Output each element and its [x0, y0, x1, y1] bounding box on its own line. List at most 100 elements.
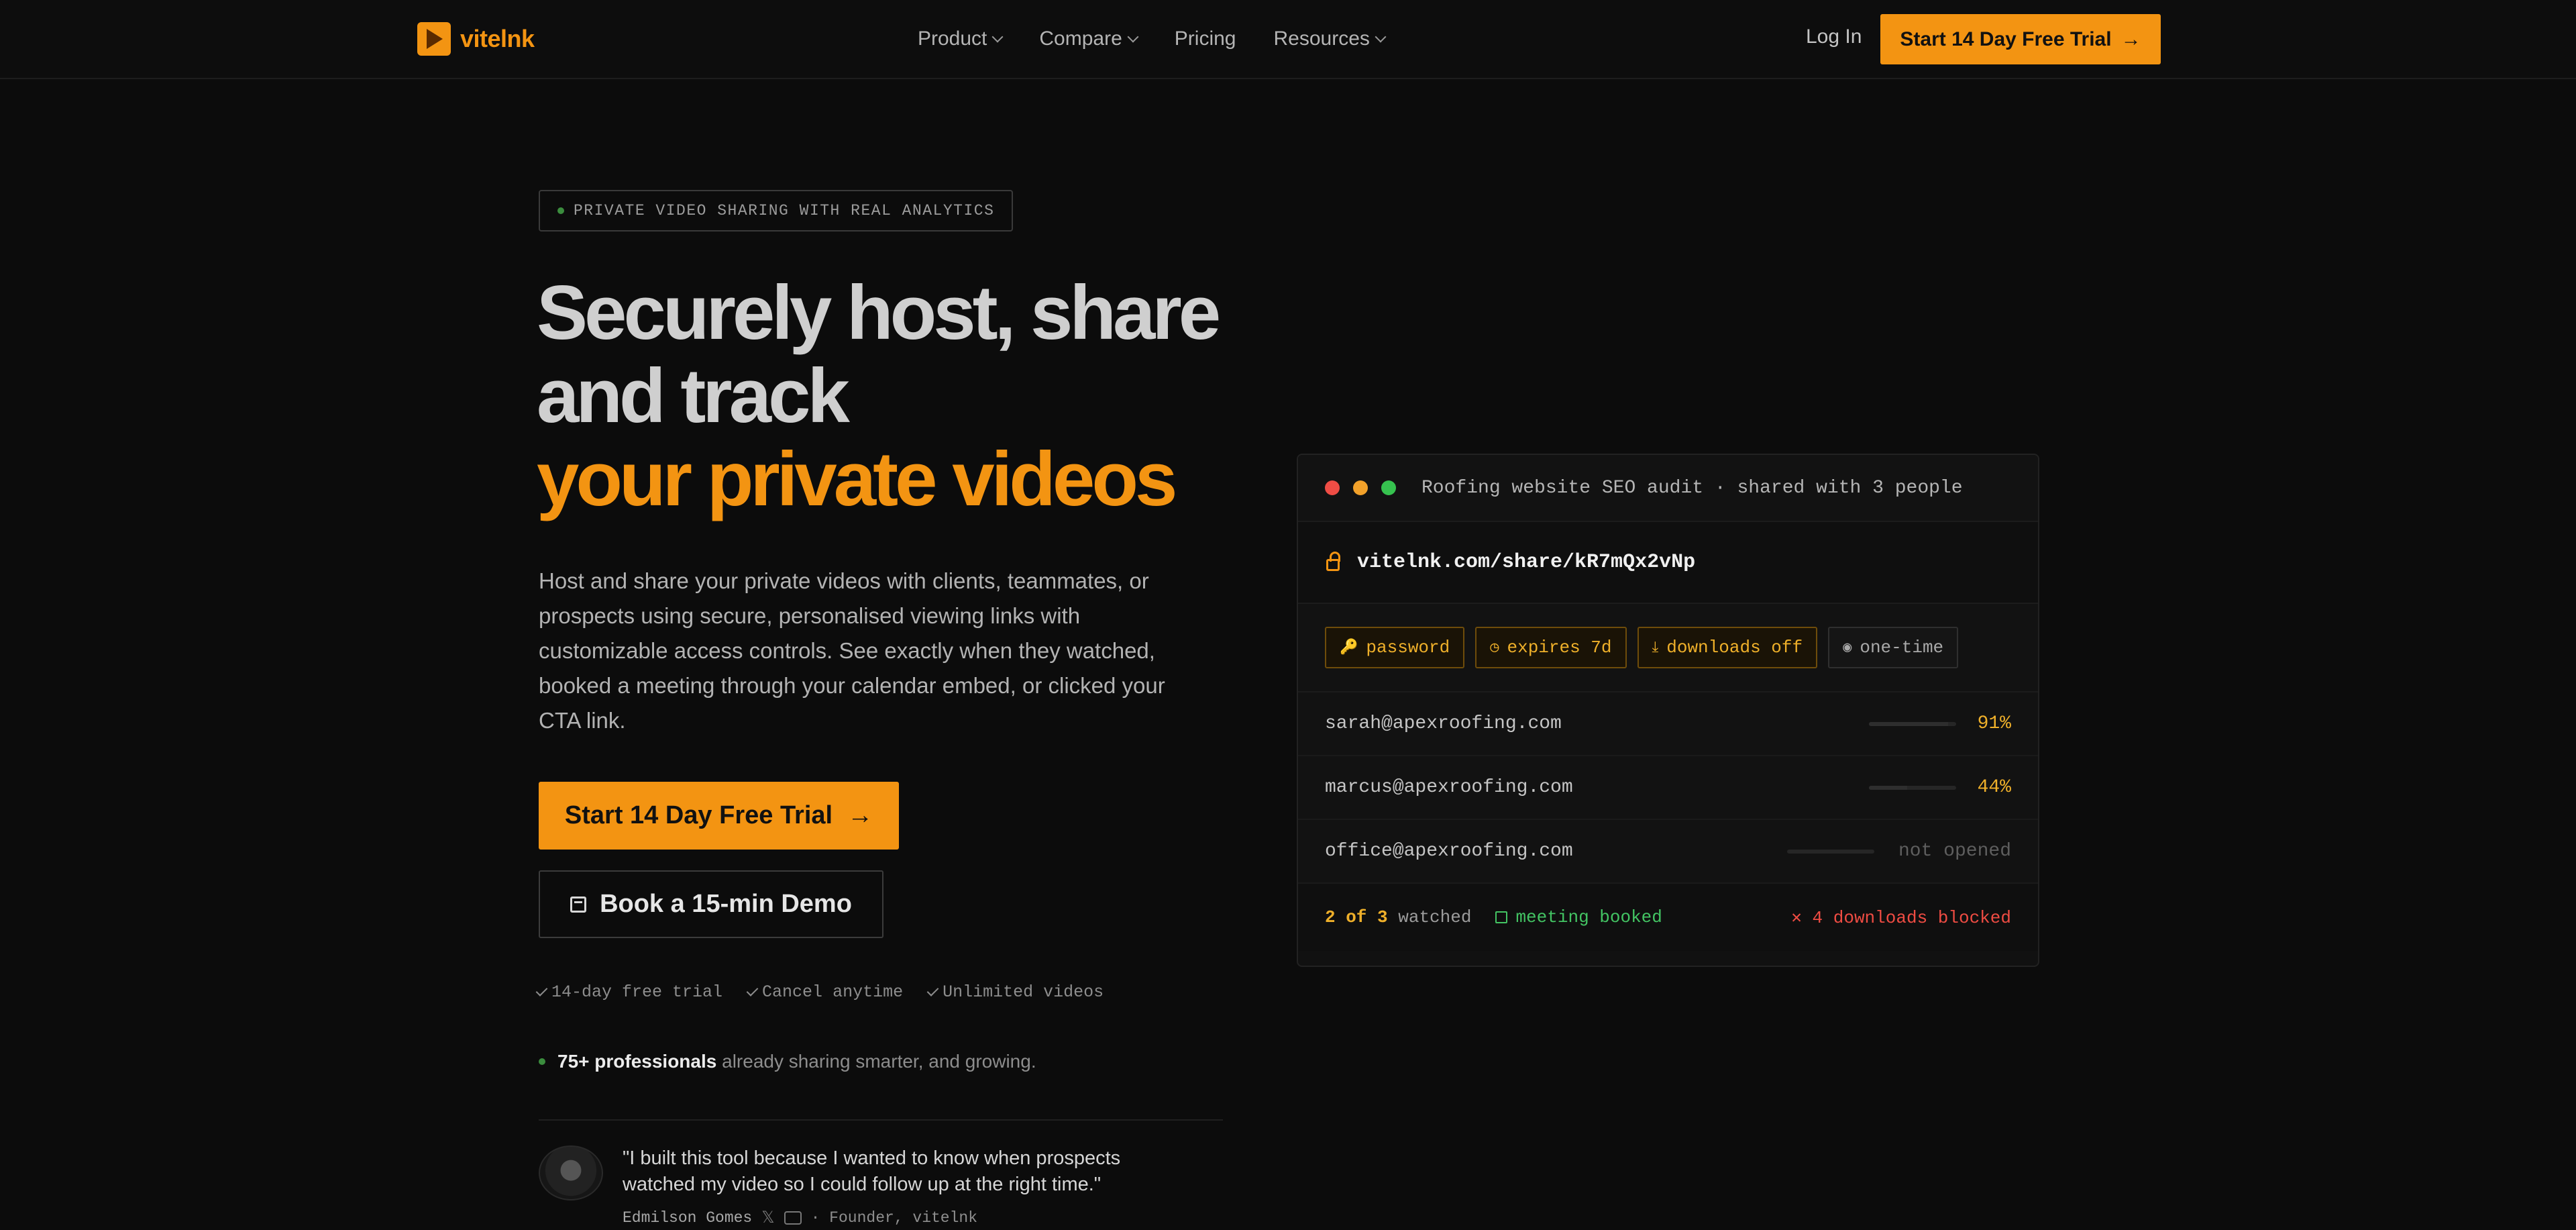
nav-trial-label: Start 14 Day Free Trial — [1900, 28, 2112, 50]
author-name: Edmilson Gomes — [623, 1209, 753, 1227]
clock-icon: ◷ — [1490, 639, 1499, 656]
check-item: Cancel anytime — [746, 982, 904, 1002]
tag-password: 🔑 password — [1325, 627, 1465, 668]
watch-progress-bar — [1869, 785, 1956, 790]
check-icon — [535, 984, 548, 996]
tag-one-time: ◉ one-time — [1828, 627, 1959, 668]
social-proof-count: 75+ professionals — [557, 1051, 717, 1072]
share-preview-card: Roofing website SEO audit · shared with … — [1297, 454, 2039, 967]
check-label: Unlimited videos — [943, 982, 1104, 1002]
nav-compare-label: Compare — [1039, 28, 1122, 50]
nav-resources[interactable]: Resources — [1273, 28, 1387, 50]
nav-trial-button[interactable]: Start 14 Day Free Trial → — [1880, 14, 2161, 64]
check-icon — [746, 984, 759, 996]
calendar-icon — [570, 896, 587, 913]
watch-progress-fill — [1869, 721, 1949, 726]
viewer-email: sarah@apexroofing.com — [1325, 713, 1562, 734]
hero-title-line2: and track — [537, 354, 850, 439]
meeting-booked: meeting booked — [1495, 907, 1662, 927]
minimize-dot-icon — [1353, 480, 1368, 495]
tag-label: expires 7d — [1507, 637, 1612, 658]
feature-checks: 14-day free trial Cancel anytime Unlimit… — [535, 982, 1104, 1002]
arrow-right-icon: → — [847, 801, 873, 829]
lock-icon — [1326, 552, 1340, 571]
book-demo-button[interactable]: Book a 15-min Demo — [539, 870, 883, 938]
check-item: Unlimited videos — [926, 982, 1104, 1002]
start-trial-button[interactable]: Start 14 Day Free Trial → — [539, 782, 899, 850]
social-proof-text: already sharing smarter, and growing. — [722, 1051, 1036, 1072]
logo[interactable]: vitelnk — [417, 22, 535, 56]
watched-label: watched — [1398, 907, 1472, 927]
play-logo-icon — [417, 22, 451, 56]
watched-count: 2 of 3 — [1325, 907, 1388, 927]
card-header: Roofing website SEO audit · shared with … — [1298, 455, 2038, 522]
check-item: 14-day free trial — [535, 982, 723, 1002]
nav-pricing[interactable]: Pricing — [1175, 28, 1236, 50]
viewer-email: office@apexroofing.com — [1325, 841, 1573, 862]
chevron-down-icon — [1127, 31, 1139, 43]
nav-compare[interactable]: Compare — [1039, 28, 1139, 50]
viewer-status: 91% — [1977, 713, 2011, 734]
book-demo-label: Book a 15-min Demo — [600, 890, 852, 918]
viewer-status: 44% — [1977, 777, 2011, 798]
hero-badge: PRIVATE VIDEO SHARING WITH REAL ANALYTIC… — [539, 190, 1014, 232]
chevron-down-icon — [991, 31, 1004, 43]
tag-downloads-off: ⤓ downloads off — [1637, 627, 1818, 668]
close-dot-icon — [1325, 480, 1340, 495]
status-dot-icon — [539, 1058, 545, 1065]
nav-product-label: Product — [918, 28, 987, 50]
login-link[interactable]: Log In — [1806, 25, 1862, 48]
arrow-right-icon: → — [2121, 28, 2141, 50]
eye-icon: ◉ — [1843, 639, 1852, 656]
viewer-row: marcus@apexroofing.com 44% — [1298, 756, 2038, 820]
viewer-status: not opened — [1898, 841, 2011, 862]
social-proof: 75+ professionals already sharing smarte… — [539, 1051, 1036, 1072]
logo-text: vitelnk — [460, 25, 535, 52]
hero-badge-text: PRIVATE VIDEO SHARING WITH REAL ANALYTIC… — [574, 202, 995, 219]
tag-expires: ◷ expires 7d — [1475, 627, 1627, 668]
nav-product[interactable]: Product — [918, 28, 1004, 50]
watched-summary: 2 of 3 watched — [1325, 907, 1471, 927]
watch-progress-bar — [1787, 849, 1874, 854]
top-nav: vitelnk Product Compare Pricing Resource… — [0, 0, 2576, 79]
start-trial-label: Start 14 Day Free Trial — [564, 801, 833, 829]
chevron-down-icon — [1375, 31, 1387, 43]
testimonial-quote: "I built this tool because I wanted to k… — [623, 1147, 1121, 1195]
meeting-label: meeting booked — [1515, 907, 1662, 927]
check-icon — [926, 984, 939, 996]
check-label: Cancel anytime — [762, 982, 904, 1002]
check-label: 14-day free trial — [551, 982, 723, 1002]
downloads-blocked: ✕ 4 downloads blocked — [1791, 907, 2011, 928]
tag-label: downloads off — [1666, 637, 1803, 658]
avatar — [539, 1145, 603, 1200]
hero-title: Securely host, share and track your priv… — [537, 272, 1241, 521]
hero-lead: Host and share your private videos with … — [539, 568, 1165, 733]
nav-links: Product Compare Pricing Resources — [918, 24, 1422, 54]
key-icon: 🔑 — [1340, 639, 1358, 656]
viewer-email: marcus@apexroofing.com — [1325, 777, 1573, 798]
divider — [539, 1119, 1223, 1121]
status-dot-icon — [557, 207, 564, 214]
watch-progress-bar — [1869, 721, 1956, 726]
calendar-icon — [1495, 911, 1508, 923]
viewer-row: sarah@apexroofing.com 91% — [1298, 693, 2038, 756]
tag-label: password — [1366, 637, 1450, 658]
tag-label: one-time — [1860, 637, 1944, 658]
hero-title-accent: your private videos — [537, 437, 1177, 522]
x-icon[interactable]: 𝕏 — [761, 1208, 774, 1228]
nav-pricing-label: Pricing — [1174, 28, 1236, 50]
share-url[interactable]: vitelnk.com/share/kR7mQx2vNp — [1357, 551, 1695, 574]
nav-resources-label: Resources — [1273, 28, 1370, 50]
testimonial-author: Edmilson Gomes 𝕏 · Founder, vitelnk — [623, 1208, 977, 1228]
card-footer: 2 of 3 watched meeting booked ✕ 4 downlo… — [1298, 884, 2038, 951]
access-controls: 🔑 password ◷ expires 7d ⤓ downloads off ◉ on… — [1298, 604, 2038, 693]
share-url-row: vitelnk.com/share/kR7mQx2vNp — [1298, 522, 2038, 604]
author-role: · Founder, vitelnk — [810, 1209, 978, 1227]
download-off-icon: ⤓ — [1652, 639, 1659, 656]
maximize-dot-icon — [1381, 480, 1396, 495]
watch-progress-fill — [1869, 785, 1908, 790]
viewer-row: office@apexroofing.com not opened — [1298, 820, 2038, 884]
youtube-icon[interactable] — [784, 1211, 802, 1225]
hero-title-line1: Securely host, share — [537, 270, 1221, 356]
card-title: Roofing website SEO audit · shared with … — [1421, 477, 1963, 499]
